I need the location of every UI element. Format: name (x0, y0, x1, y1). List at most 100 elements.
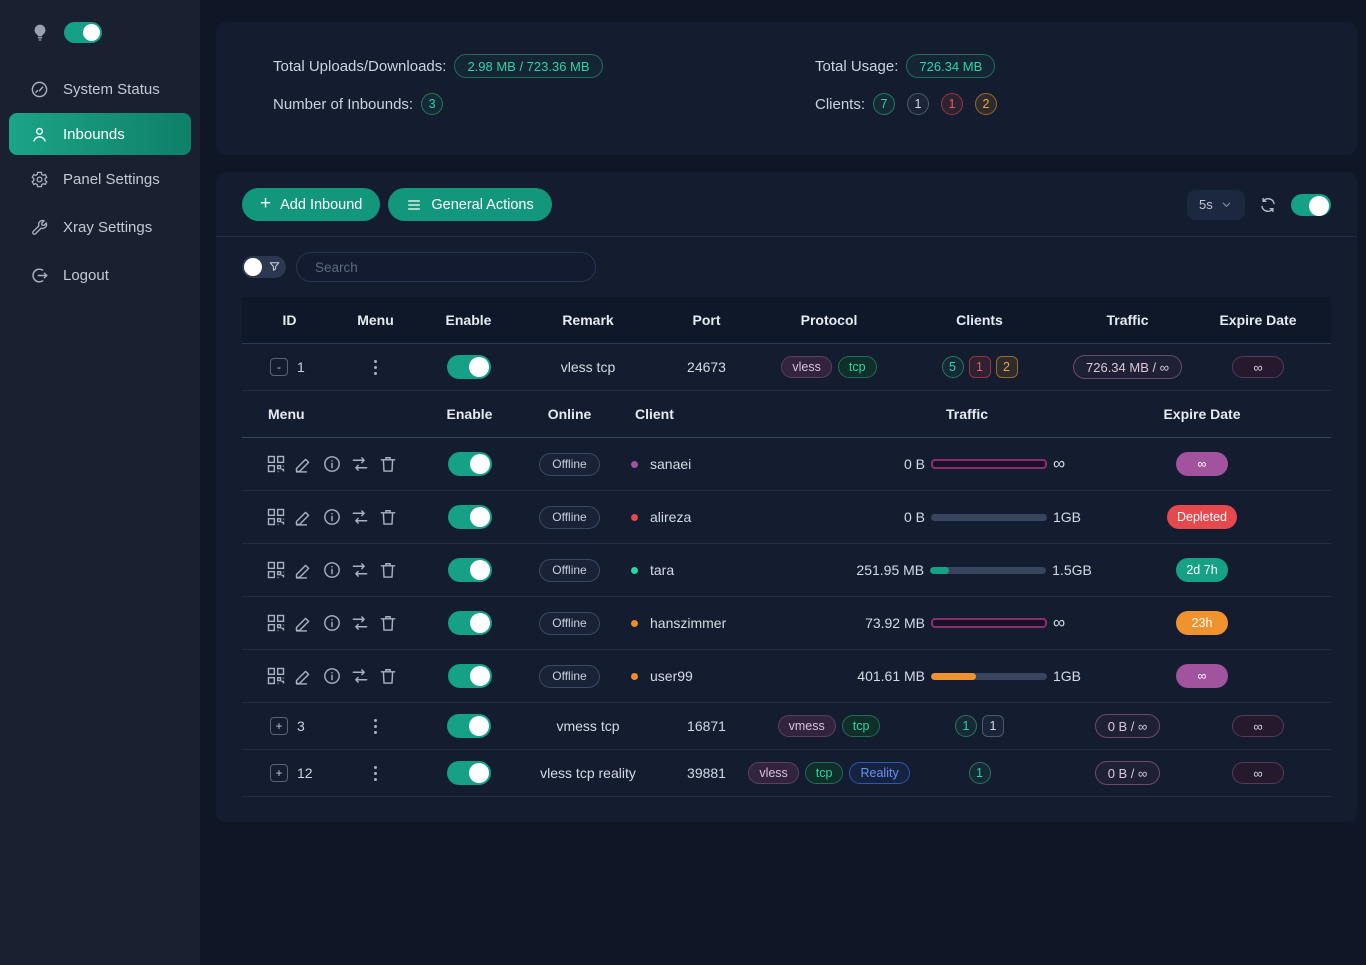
sidebar-item-inbounds[interactable]: Inbounds (9, 113, 191, 155)
client-count-badge: 5 (942, 356, 964, 378)
traffic-cap: 1.5GB (1052, 562, 1092, 578)
online-status-badge: Offline (539, 506, 599, 529)
row-menu-button[interactable] (370, 715, 381, 738)
col-header-expire-date: Expire Date (1194, 312, 1322, 328)
traffic-used: 0 B (843, 509, 925, 525)
delete-icon[interactable] (378, 454, 398, 474)
inbounds-table: ID Menu Enable Remark Port Protocol Clie… (242, 297, 1331, 797)
edit-icon[interactable] (294, 454, 314, 474)
qr-code-icon[interactable] (266, 507, 286, 527)
row-menu-button[interactable] (370, 762, 381, 785)
client-expire-badge: ∞ (1176, 452, 1228, 476)
refresh-icon[interactable] (1259, 196, 1277, 214)
client-count-badge: 1 (969, 356, 991, 378)
qr-code-icon[interactable] (266, 666, 286, 686)
info-icon[interactable] (322, 507, 342, 527)
sidebar-item-system-status[interactable]: System Status (0, 65, 200, 113)
reset-traffic-icon[interactable] (350, 666, 370, 686)
edit-icon[interactable] (294, 560, 314, 580)
inbound-enable-toggle[interactable] (447, 761, 491, 785)
filter-toggle[interactable] (242, 256, 286, 278)
inbound-port: 24673 (653, 359, 760, 375)
inbound-enable-toggle[interactable] (447, 355, 491, 379)
edit-icon[interactable] (294, 507, 314, 527)
traffic-cap: ∞ (1053, 454, 1091, 474)
dashboard-icon (30, 80, 49, 99)
expand-row-button[interactable]: + (270, 717, 288, 735)
sidebar: System Status Inbounds Panel Settings Xr… (0, 0, 200, 965)
reset-traffic-icon[interactable] (350, 613, 370, 633)
client-expire-badge: ∞ (1176, 664, 1228, 688)
wrench-icon (30, 218, 49, 237)
traffic-used: 251.95 MB (842, 562, 924, 578)
inbound-enable-toggle[interactable] (447, 714, 491, 738)
client-name: hanszimmer (650, 615, 726, 631)
delete-icon[interactable] (378, 507, 398, 527)
col-header-enable: Enable (407, 406, 532, 422)
client-row: Offline sanaei 0 B ∞ ∞ (242, 438, 1331, 491)
client-enable-toggle[interactable] (448, 452, 492, 476)
inbound-id: 3 (297, 718, 305, 734)
expand-row-button[interactable]: + (270, 764, 288, 782)
sidebar-item-xray-settings[interactable]: Xray Settings (0, 203, 200, 251)
delete-icon[interactable] (378, 613, 398, 633)
qr-code-icon[interactable] (266, 454, 286, 474)
col-header-protocol: Protocol (760, 312, 898, 328)
client-enable-toggle[interactable] (448, 611, 492, 635)
sidebar-item-panel-settings[interactable]: Panel Settings (0, 155, 200, 203)
client-row: Offline hanszimmer 73.92 MB ∞ 23h (242, 597, 1331, 650)
reset-traffic-icon[interactable] (350, 454, 370, 474)
expire-badge: ∞ (1232, 356, 1284, 378)
main-content: Total Uploads/Downloads: 2.98 MB / 723.3… (200, 0, 1366, 965)
info-icon[interactable] (322, 454, 342, 474)
sidebar-item-logout[interactable]: Logout (0, 251, 200, 299)
table-header-row: ID Menu Enable Remark Port Protocol Clie… (242, 297, 1331, 344)
protocol-badge: tcp (805, 762, 844, 784)
col-header-menu: Menu (337, 312, 414, 328)
info-icon[interactable] (322, 613, 342, 633)
refresh-interval-select[interactable]: 5s (1187, 190, 1245, 220)
col-header-id: ID (242, 312, 337, 328)
col-header-client: Client (607, 406, 802, 422)
client-color-dot (631, 673, 638, 680)
traffic-progress-bar (931, 514, 1047, 521)
client-enable-toggle[interactable] (448, 505, 492, 529)
reset-traffic-icon[interactable] (350, 507, 370, 527)
reset-traffic-icon[interactable] (350, 560, 370, 580)
inbound-id: 1 (297, 359, 305, 375)
general-actions-button[interactable]: General Actions (388, 188, 551, 221)
delete-icon[interactable] (378, 666, 398, 686)
clients-label: Clients: (815, 96, 865, 113)
client-color-dot (631, 461, 638, 468)
col-header-expire-date: Expire Date (1132, 406, 1322, 422)
delete-icon[interactable] (378, 560, 398, 580)
row-menu-button[interactable] (370, 356, 381, 379)
theme-toggle[interactable] (64, 22, 102, 43)
qr-code-icon[interactable] (266, 560, 286, 580)
client-row: Offline user99 401.61 MB 1GB ∞ (242, 650, 1331, 703)
sidebar-item-label: Panel Settings (63, 171, 160, 188)
edit-icon[interactable] (294, 666, 314, 686)
edit-icon[interactable] (294, 613, 314, 633)
inbound-row: - 1 vless tcp 24673 vless tcp 5 1 2 726.… (242, 344, 1331, 391)
client-enable-toggle[interactable] (448, 664, 492, 688)
add-inbound-button[interactable]: + Add Inbound (242, 188, 380, 221)
online-status-badge: Offline (539, 665, 599, 688)
toolbar: + Add Inbound General Actions 5s (216, 172, 1357, 236)
auto-refresh-toggle[interactable] (1291, 194, 1331, 216)
qr-code-icon[interactable] (266, 613, 286, 633)
traffic-progress-bar (930, 567, 1046, 574)
search-input[interactable] (296, 252, 596, 282)
protocol-badge: vless (748, 762, 798, 784)
clients-count-badge: 1 (941, 93, 963, 115)
col-header-enable: Enable (414, 312, 523, 328)
protocol-badge: vless (781, 356, 831, 378)
inbound-remark: vless tcp reality (523, 765, 653, 781)
client-enable-toggle[interactable] (448, 558, 492, 582)
info-icon[interactable] (322, 560, 342, 580)
collapse-row-button[interactable]: - (270, 358, 288, 376)
col-header-menu: Menu (242, 406, 407, 422)
info-icon[interactable] (322, 666, 342, 686)
client-color-dot (631, 567, 638, 574)
traffic-progress-bar (931, 618, 1047, 628)
